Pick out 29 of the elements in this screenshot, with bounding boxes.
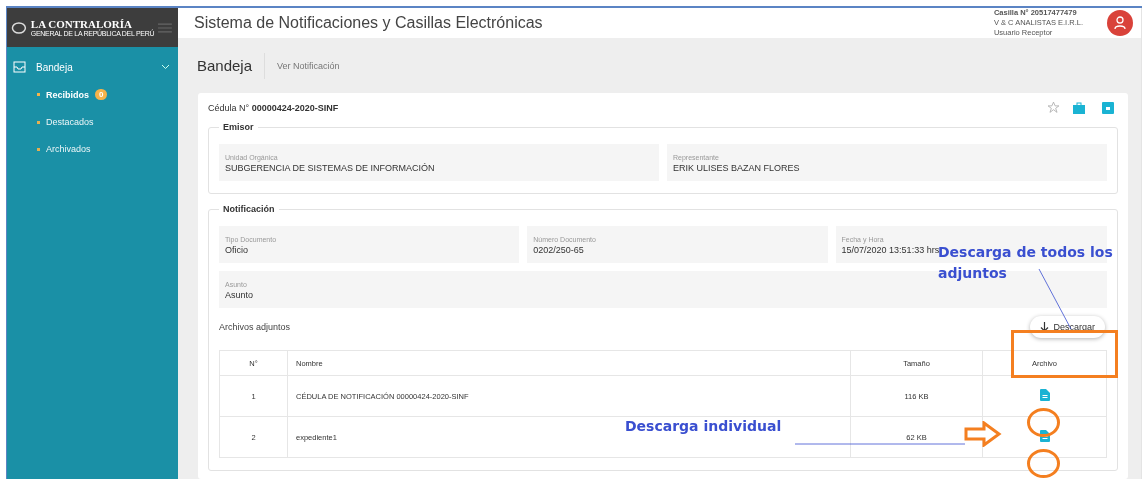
page-title: Bandeja: [197, 52, 266, 79]
inbox-icon: [13, 61, 26, 73]
logo-icon: [11, 19, 27, 36]
download-icon: [1040, 322, 1050, 332]
highlight-circle: [1027, 449, 1060, 478]
count-badge: 0: [95, 89, 108, 100]
sidebar-item[interactable]: Bandeja: [7, 47, 178, 81]
file-icon[interactable]: [1039, 389, 1050, 401]
cedula-number: Cédula N° 00000424-2020-SINF: [208, 102, 339, 113]
arrow-icon: [964, 421, 1002, 447]
annotation-text: Descarga de todos los adjuntos: [938, 243, 1113, 283]
user-avatar[interactable]: [1107, 10, 1133, 36]
sidebar-subitem[interactable]: Destacados: [7, 109, 178, 136]
chevron-icon[interactable]: [161, 64, 170, 70]
app-title: Sistema de Notificaciones y Casillas Electrónicas: [194, 14, 544, 32]
breadcrumb-link[interactable]: Ver Notificación: [277, 60, 340, 71]
section-legend: Notificación: [219, 204, 279, 214]
briefcase-icon[interactable]: [1073, 101, 1085, 114]
star-icon[interactable]: [1047, 101, 1060, 114]
menu-icon[interactable]: [158, 22, 172, 33]
archive-icon[interactable]: [1102, 101, 1114, 114]
sidebar-subitem[interactable]: Archivados: [7, 136, 178, 163]
highlight-circle: [1027, 408, 1060, 437]
section-title: Archivos adjuntos: [219, 322, 291, 332]
sidebar-subitem[interactable]: Recibidos 0: [7, 81, 178, 109]
file-icon[interactable]: [1039, 430, 1050, 442]
logo-title: LA CONTRALORÍA: [30, 18, 133, 30]
section-legend: Emisor: [219, 122, 258, 132]
annotation-text: Descarga individual: [625, 417, 783, 436]
